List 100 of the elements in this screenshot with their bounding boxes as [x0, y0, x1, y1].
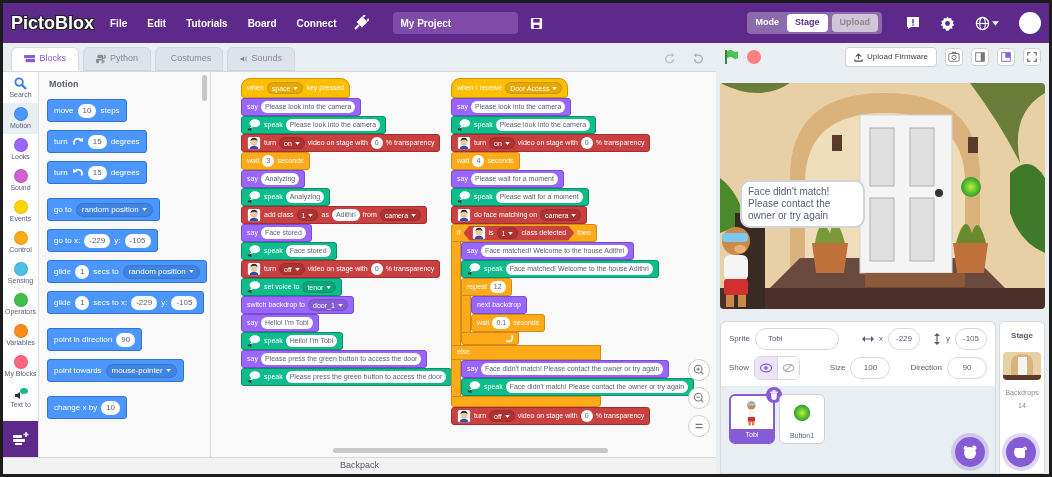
block-input[interactable]: 10	[101, 400, 121, 415]
block-text: degrees	[110, 135, 140, 148]
block-text: degrees	[110, 166, 140, 179]
add-backdrop-button[interactable]	[1006, 437, 1036, 467]
zoom-in-button[interactable]	[688, 359, 710, 381]
zoom-reset-button[interactable]	[688, 415, 710, 437]
vertical-arrows-icon	[933, 333, 941, 345]
speech-bubble-icon	[247, 244, 261, 258]
block-input[interactable]: 90	[116, 332, 136, 347]
motion-block[interactable]: glide 1 secs to random position	[47, 260, 207, 283]
input-field[interactable]: -105	[955, 328, 987, 350]
caret-icon	[504, 414, 510, 418]
speech-bubble-icon	[457, 118, 471, 132]
save-icon[interactable]	[529, 16, 543, 30]
block-input[interactable]: -229	[84, 233, 111, 248]
motion-block[interactable]: change x by 10	[47, 396, 128, 419]
camera-icon[interactable]	[945, 48, 963, 66]
speech-bubble-icon	[457, 190, 471, 204]
motion-block[interactable]: move 10 steps	[47, 99, 127, 122]
input-field[interactable]: 90	[947, 357, 987, 379]
scrollbar[interactable]	[202, 75, 207, 101]
rotate-left-icon	[71, 166, 84, 179]
project-name-field[interactable]: My Project	[392, 12, 518, 34]
block-input[interactable]: 15	[87, 134, 107, 149]
block-input[interactable]: 10	[77, 103, 97, 118]
field-label: Show	[729, 362, 749, 374]
input-field[interactable]: Tobi	[754, 328, 839, 350]
motion-block[interactable]: turn 15 degrees	[47, 161, 147, 184]
caret-icon	[552, 86, 558, 90]
motion-block[interactable]: point in direction 90	[47, 328, 143, 351]
field-label: Size	[829, 362, 846, 374]
fullscreen-icon[interactable]	[1023, 48, 1041, 66]
block-text: y:	[161, 296, 168, 309]
feedback-icon[interactable]	[906, 16, 920, 30]
block-dropdown[interactable]: random position	[75, 202, 153, 217]
caret-icon	[411, 213, 417, 217]
block-dropdown[interactable]: random position	[122, 264, 200, 279]
person-face-icon	[457, 208, 471, 222]
palette-heading: Motion	[48, 78, 79, 92]
speech-bubble-icon	[247, 280, 261, 294]
editor-tab[interactable]: Blocks	[11, 47, 79, 71]
zoom-out-button[interactable]	[688, 387, 710, 409]
block-text: go to x:	[54, 234, 81, 247]
mode-label: Mode	[754, 16, 780, 30]
mode-option[interactable]: Stage	[787, 14, 828, 32]
block-text: turn	[54, 135, 68, 148]
motion-block[interactable]: go to random position	[47, 198, 160, 221]
speech-bubble-icon	[247, 118, 261, 132]
flag-icon[interactable]	[724, 49, 739, 65]
block-input[interactable]: -229	[131, 295, 158, 310]
caret-icon	[326, 285, 332, 289]
motion-block[interactable]: turn 15 degrees	[47, 130, 147, 153]
small-stage-icon[interactable]	[971, 48, 989, 66]
menu-item[interactable]: File	[106, 15, 132, 31]
app-logo[interactable]: PictoBlox	[11, 9, 94, 37]
block-input[interactable]: 1	[74, 264, 90, 279]
loop-arrow-icon	[505, 334, 514, 343]
block-text: point in direction	[54, 333, 113, 346]
add-sprite-button[interactable]	[955, 437, 985, 467]
language-button[interactable]	[975, 15, 999, 31]
menu-item[interactable]: Connect	[292, 15, 341, 31]
menu-item[interactable]: Board	[243, 15, 281, 31]
field-label: Sprite	[729, 333, 750, 345]
block-input[interactable]: -105	[171, 295, 198, 310]
settings-icon[interactable]	[940, 15, 955, 31]
caret-icon	[504, 141, 510, 145]
field-label: x	[879, 333, 883, 345]
backpack-label[interactable]: Backpack	[340, 459, 379, 473]
person-face-icon	[457, 136, 471, 150]
input-field[interactable]: 100	[850, 357, 891, 379]
trash-icon[interactable]	[766, 387, 782, 403]
upload-icon	[854, 52, 864, 62]
show-button[interactable]	[755, 357, 777, 379]
block-text: secs to	[93, 265, 119, 278]
search-icon	[14, 76, 27, 90]
menu-item[interactable]: Edit	[143, 15, 171, 31]
caret-icon	[508, 231, 514, 235]
block-input[interactable]: -105	[124, 233, 151, 248]
motion-block[interactable]: glide 1 secs to x: -229 y: -105	[47, 291, 205, 314]
motion-block[interactable]: go to x: -229 y: -105	[47, 229, 158, 252]
upload-firmware-button[interactable]: Upload Firmware	[845, 47, 937, 67]
speech-bubble-icon	[247, 370, 261, 384]
backdrop-thumbnail-drawing[interactable]	[1003, 352, 1041, 380]
plug-icon[interactable]	[352, 15, 369, 31]
field-label: y	[946, 333, 950, 345]
scrollbar[interactable]	[333, 448, 608, 453]
user-avatar[interactable]	[1019, 12, 1041, 34]
block-dropdown[interactable]: mouse-pointer	[105, 363, 177, 378]
large-stage-icon[interactable]	[997, 48, 1015, 66]
block-text: change x by	[54, 401, 98, 414]
motion-block[interactable]: point towards mouse-pointer	[47, 359, 184, 382]
speech-bubble: Face didn't match! Please contact the owner or try again	[740, 180, 865, 228]
globe-icon	[975, 15, 990, 31]
block-text: glide	[54, 265, 71, 278]
block-text: glide	[54, 296, 71, 309]
menu-item[interactable]: Tutorials	[182, 15, 232, 31]
block-input[interactable]: 15	[87, 165, 107, 180]
input-field[interactable]: -229	[888, 328, 920, 350]
block-input[interactable]: 1	[74, 295, 90, 310]
add-extension-button[interactable]	[3, 421, 38, 457]
